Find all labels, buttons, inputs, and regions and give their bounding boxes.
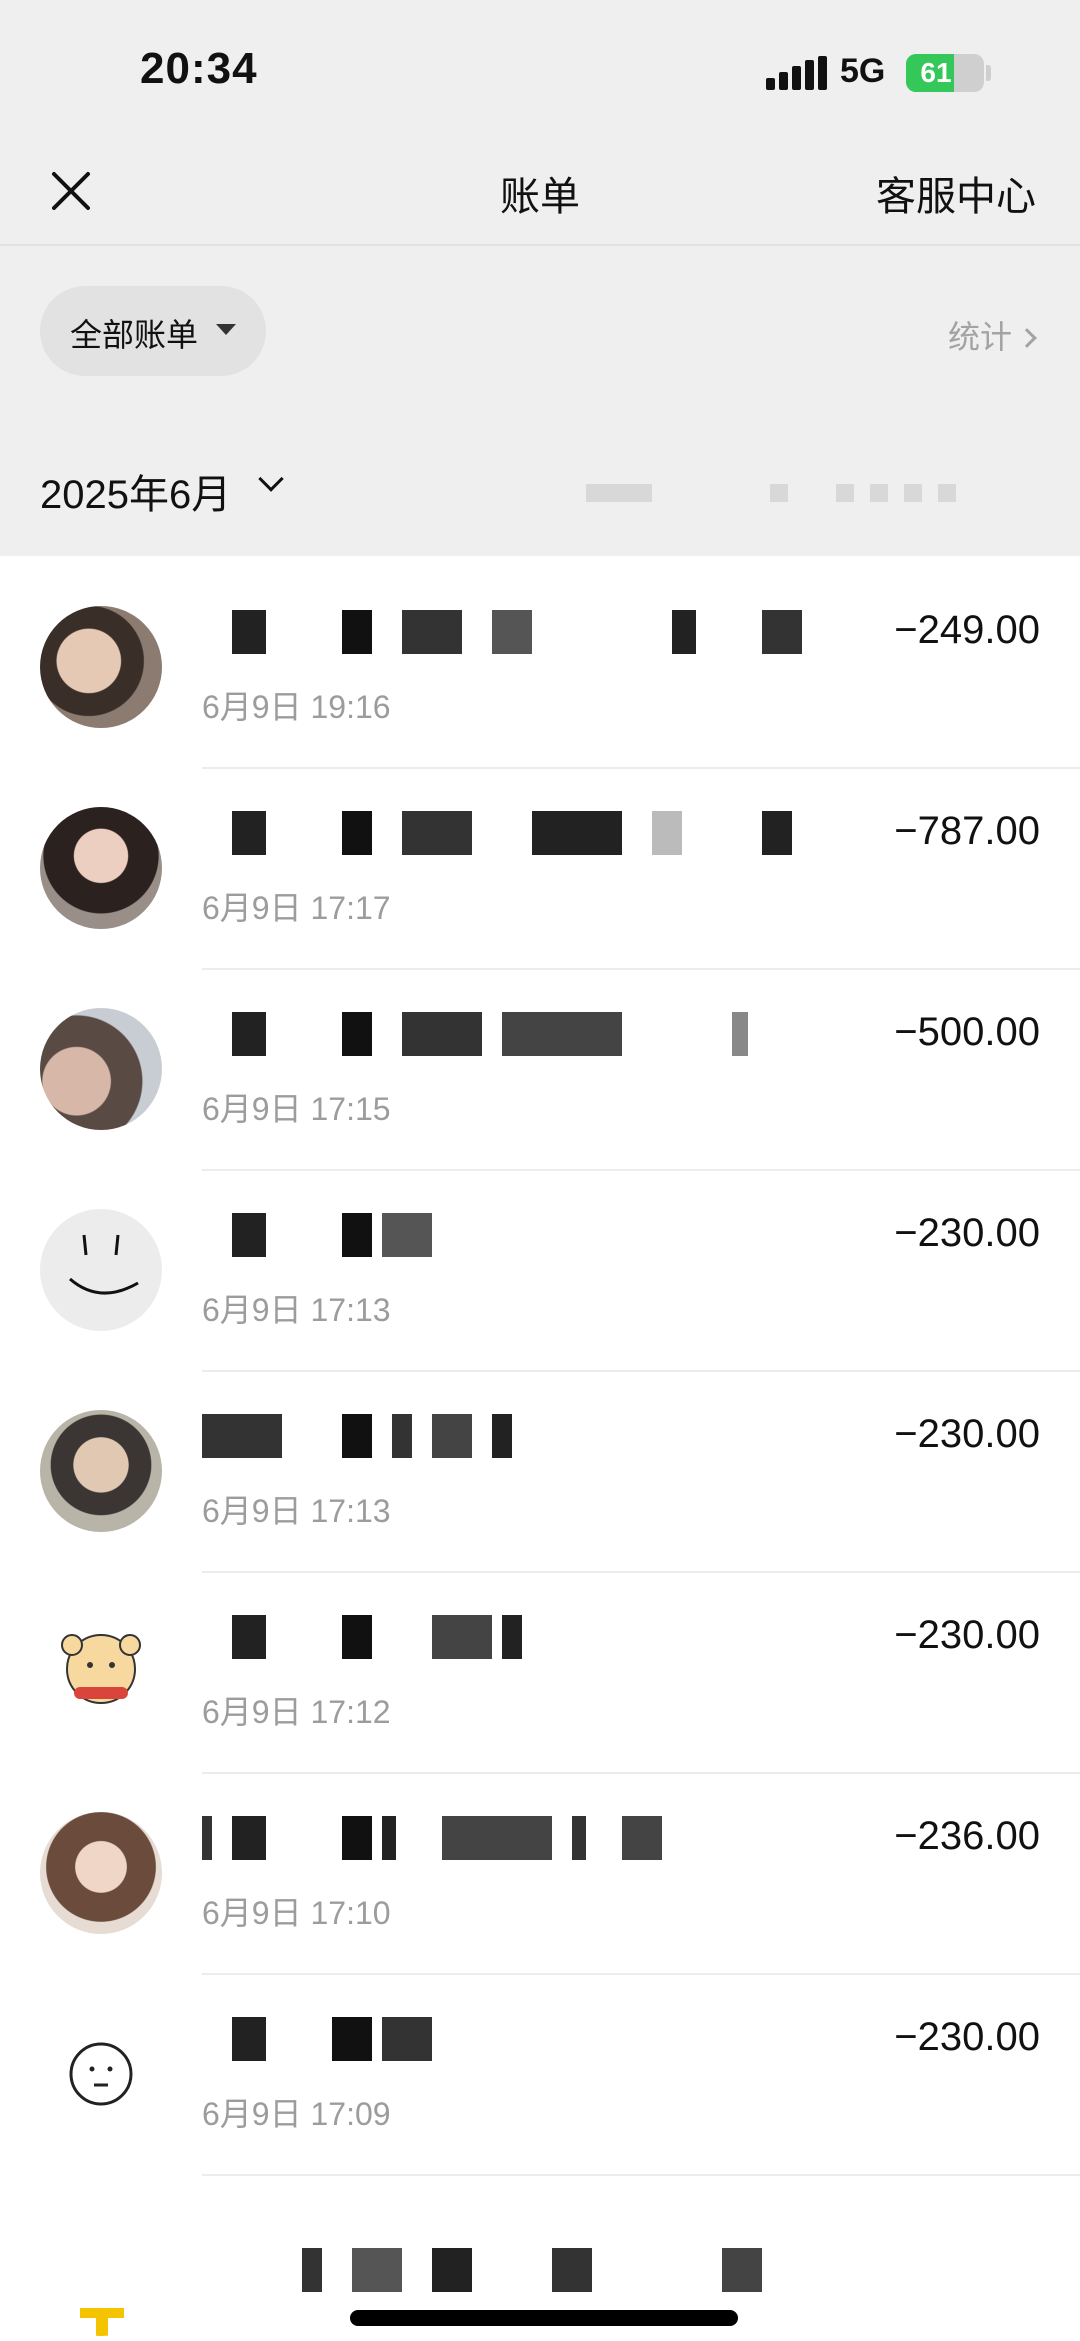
transaction-row[interactable]: 6月9日 17:12 −230.00 <box>0 1573 1080 1774</box>
nav-divider <box>0 244 1080 246</box>
masked-merchant-name <box>202 1414 812 1458</box>
transaction-time: 6月9日 17:10 <box>202 1895 391 1931</box>
masked-summary <box>586 484 652 502</box>
month-selector[interactable]: 2025年6月 <box>40 462 231 520</box>
photo-avatar <box>40 1410 162 1532</box>
face-outline-avatar <box>40 2013 162 2135</box>
masked-summary <box>904 484 922 502</box>
battery-percent: 61 <box>920 57 952 88</box>
stats-label: 统计 <box>947 319 1012 355</box>
header-area: 20:34 5G 61 账单 客服中心 全部账单 统计 2025年6月 <box>0 0 1080 556</box>
chevron-right-icon <box>1017 328 1037 348</box>
transaction-time: 6月9日 17:13 <box>202 1493 391 1529</box>
transaction-amount: −236.00 <box>894 1814 1040 1858</box>
t-logo-avatar <box>40 2214 162 2336</box>
customer-service-link[interactable]: 客服中心 <box>876 164 1036 222</box>
smiley-avatar <box>40 1209 162 1331</box>
masked-summary <box>836 484 854 502</box>
all-bills-label: 全部账单 <box>70 317 199 353</box>
home-indicator <box>350 2310 738 2326</box>
masked-merchant-name <box>202 610 812 654</box>
transaction-amount: −500.00 <box>894 1010 1040 1054</box>
status-time: 20:34 <box>140 44 258 93</box>
bear-icon <box>61 1634 141 1704</box>
caret-down-icon <box>216 324 236 335</box>
transaction-time: 6月9日 19:16 <box>202 689 391 725</box>
transaction-time: 6月9日 17:13 <box>202 1292 391 1328</box>
masked-summary <box>870 484 888 502</box>
transaction-time: 6月9日 17:12 <box>202 1694 391 1730</box>
masked-merchant-name <box>202 1615 812 1659</box>
battery-cap <box>986 65 991 81</box>
transaction-row[interactable]: 6月9日 17:09 −230.00 <box>0 1975 1080 2176</box>
transaction-time: 6月9日 17:17 <box>202 890 391 926</box>
photo-avatar <box>40 1008 162 1130</box>
battery-icon: 61 <box>906 54 984 92</box>
all-bills-filter-button[interactable]: 全部账单 <box>40 286 266 376</box>
transaction-amount: −230.00 <box>894 1211 1040 1255</box>
status-bar: 20:34 5G 61 <box>0 0 1080 140</box>
network-label: 5G <box>840 52 886 90</box>
masked-merchant-name <box>202 811 812 855</box>
photo-avatar <box>40 1812 162 1934</box>
masked-merchant-name <box>202 1012 812 1056</box>
bear-avatar <box>40 1611 162 1733</box>
masked-merchant-name <box>202 1816 812 1860</box>
smiley-icon <box>69 1234 139 1295</box>
transaction-amount: −249.00 <box>894 608 1040 652</box>
transaction-time: 6月9日 17:15 <box>202 1091 391 1127</box>
nav-bar: 账单 客服中心 <box>0 140 1080 244</box>
stats-link[interactable]: 统计 <box>947 312 1037 358</box>
transaction-amount: −787.00 <box>894 809 1040 853</box>
transaction-row[interactable]: 6月9日 17:13 −230.00 <box>0 1372 1080 1573</box>
masked-summary <box>938 484 956 502</box>
photo-avatar <box>40 606 162 728</box>
transaction-row[interactable]: 6月9日 17:15 −500.00 <box>0 970 1080 1171</box>
transaction-amount: −230.00 <box>894 1613 1040 1657</box>
masked-merchant-name <box>202 1213 812 1257</box>
masked-merchant-name <box>202 2248 812 2292</box>
t-logo-icon <box>80 2308 124 2336</box>
transaction-row[interactable]: 6月9日 17:17 −787.00 <box>0 769 1080 970</box>
transaction-row[interactable]: 6月9日 17:10 −236.00 <box>0 1774 1080 1975</box>
chevron-down-icon[interactable] <box>258 466 284 492</box>
transaction-amount: −230.00 <box>894 1412 1040 1456</box>
masked-summary <box>770 484 788 502</box>
transaction-row[interactable]: 6月9日 17:13 −230.00 <box>0 1171 1080 1372</box>
transaction-row[interactable]: 6月9日 19:16 −249.00 <box>0 568 1080 769</box>
signal-icon <box>766 56 827 90</box>
face-outline-icon <box>69 2042 133 2106</box>
transaction-time: 6月9日 17:09 <box>202 2096 391 2132</box>
transaction-amount: −230.00 <box>894 2015 1040 2059</box>
photo-avatar <box>40 807 162 929</box>
masked-merchant-name <box>202 2017 812 2061</box>
